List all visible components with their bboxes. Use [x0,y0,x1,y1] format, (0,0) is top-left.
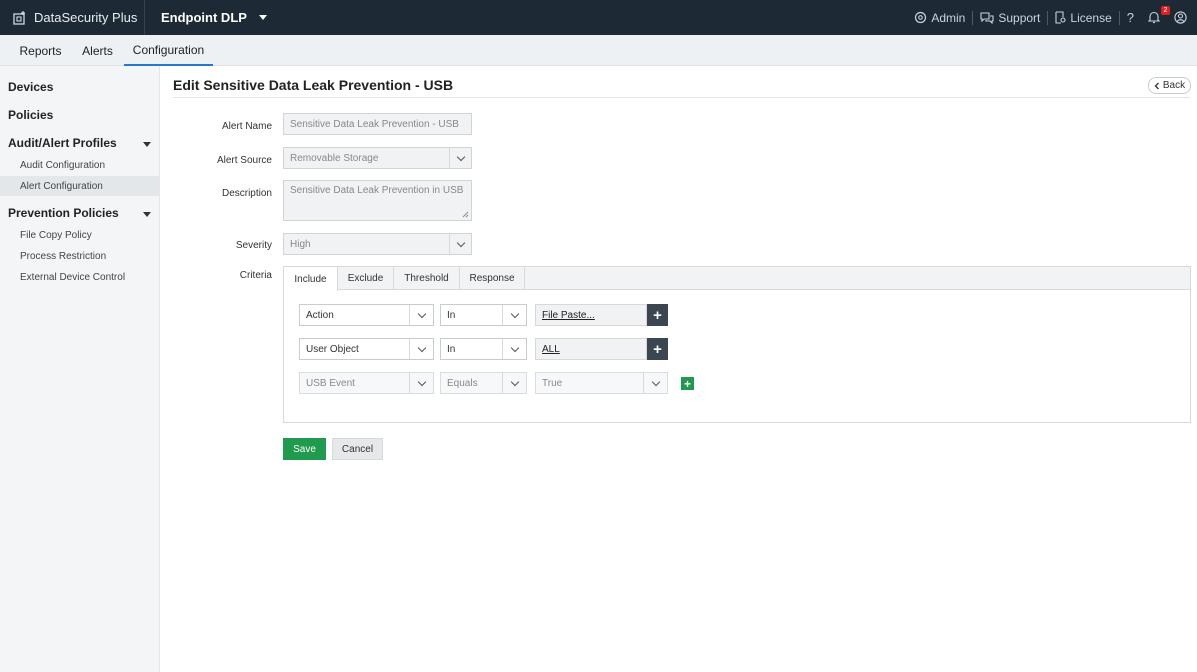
collapse-triangle-icon[interactable] [143,212,151,217]
criteria-field-value: USB Event [306,377,355,389]
header-divider [144,0,145,35]
criteria-operator-value: Equals [447,377,478,389]
sidebar-item-file-copy-policy[interactable]: File Copy Policy [20,230,92,241]
chevron-down-icon [449,148,471,168]
criteria-operator-value: In [447,343,456,355]
product-name: Endpoint DLP [161,10,247,25]
sidebar-item-devices[interactable]: Devices [8,80,53,94]
criteria-operator-value: In [447,309,456,321]
alert-name-input[interactable]: Sensitive Data Leak Prevention - USB [283,113,472,135]
criteria-tabs: Include Exclude Threshold Response [284,267,1190,291]
top-header: DataSecurity Plus Endpoint DLP Admin Sup… [0,0,1197,35]
alert-name-label: Alert Name [221,121,272,132]
sidebar-item-audit-alert-profiles[interactable]: Audit/Alert Profiles [8,136,117,150]
tab-reports[interactable]: Reports [10,35,71,66]
chevron-down-icon [409,339,433,359]
brand[interactable]: DataSecurity Plus [12,0,137,35]
criteria-value-text: True [542,377,563,389]
criteria-tab-response[interactable]: Response [460,267,525,290]
resize-handle-icon[interactable] [462,211,469,218]
chevron-down-icon [643,373,667,393]
collapse-triangle-icon[interactable] [143,142,151,147]
severity-select[interactable]: High [283,233,472,255]
criteria-operator-select[interactable]: In [440,304,527,326]
support-link[interactable]: Support [973,11,1047,25]
criteria-value-link[interactable]: File Paste... [535,304,647,326]
criteria-field-select[interactable]: USB Event [299,372,434,394]
chevron-down-icon [409,305,433,325]
severity-label: Severity [235,240,272,251]
product-switcher[interactable]: Endpoint DLP [161,0,267,35]
user-profile-button[interactable] [1167,11,1189,24]
criteria-value-select[interactable]: True [535,372,668,394]
chevron-down-icon [409,373,433,393]
chevron-down-icon [502,305,526,325]
add-value-button[interactable]: + [647,304,668,326]
criteria-tab-include[interactable]: Include [284,267,338,291]
sidebar-item-policies[interactable]: Policies [8,108,53,122]
admin-icon [915,11,927,24]
support-label: Support [998,10,1041,25]
save-button[interactable]: Save [283,438,326,460]
alert-source-value: Removable Storage [290,152,379,164]
notifications-button[interactable]: 2 [1141,6,1170,24]
chevron-down-icon [258,15,267,20]
bell-icon [1148,11,1160,24]
title-divider [173,97,1190,98]
sidebar-item-audit-configuration[interactable]: Audit Configuration [20,160,105,171]
page-title: Edit Sensitive Data Leak Prevention - US… [173,77,454,93]
user-avatar-icon [1174,11,1187,24]
cancel-button[interactable]: Cancel [332,438,383,460]
sidebar-item-external-device-control[interactable]: External Device Control [20,272,125,283]
plus-icon: + [683,376,691,391]
sidebar-item-prevention-policies[interactable]: Prevention Policies [8,206,119,220]
alert-source-select[interactable]: Removable Storage [283,147,472,169]
support-chat-icon [980,11,994,24]
license-label: License [1070,10,1112,25]
description-label: Description [221,188,272,199]
license-link[interactable]: License [1048,11,1118,25]
sidebar-item-alert-configuration[interactable]: Alert Configuration [20,181,103,192]
sidebar-item-process-restriction[interactable]: Process Restriction [20,251,106,262]
help-icon: ? [1126,10,1134,25]
sidebar: Devices Policies Audit/Alert Profiles Au… [0,66,160,672]
plus-icon: + [653,306,662,324]
chevron-down-icon [502,373,526,393]
datasecurity-logo-icon [13,10,25,25]
admin-link[interactable]: Admin [907,11,972,25]
plus-icon: + [653,340,662,358]
criteria-value-link[interactable]: ALL [535,338,647,360]
severity-value: High [290,238,311,250]
criteria-tab-exclude[interactable]: Exclude [338,267,394,290]
back-label: Back [1162,80,1186,91]
license-icon [1055,11,1066,24]
help-link[interactable]: ? [1120,10,1141,25]
criteria-field-select[interactable]: User Object [299,338,434,360]
tab-configuration[interactable]: Configuration [124,35,213,66]
alert-source-label: Alert Source [216,155,272,166]
chevron-down-icon [502,339,526,359]
brand-name: DataSecurity Plus [34,10,138,25]
criteria-operator-select[interactable]: In [440,338,527,360]
tab-alerts[interactable]: Alerts [75,35,120,66]
chevron-down-icon [449,234,471,254]
add-value-button[interactable]: + [647,338,668,360]
criteria-tab-threshold[interactable]: Threshold [394,267,460,290]
header-actions: Admin Support License ? 2 [907,0,1189,35]
add-criteria-button[interactable]: + [681,377,694,390]
criteria-field-value: User Object [306,343,359,355]
description-value: Sensitive Data Leak Prevention in USB [290,185,464,196]
notification-badge: 2 [1161,6,1170,15]
criteria-field-value: Action [306,309,334,321]
admin-label: Admin [931,10,966,25]
criteria-field-select[interactable]: Action [299,304,434,326]
chevron-left-icon [1154,82,1159,89]
main-tabs: Reports Alerts Configuration [0,35,1197,66]
back-button[interactable]: Back [1148,77,1191,94]
criteria-operator-select[interactable]: Equals [440,372,527,394]
criteria-label: Criteria [239,270,272,281]
description-textarea[interactable]: Sensitive Data Leak Prevention in USB [283,180,472,221]
